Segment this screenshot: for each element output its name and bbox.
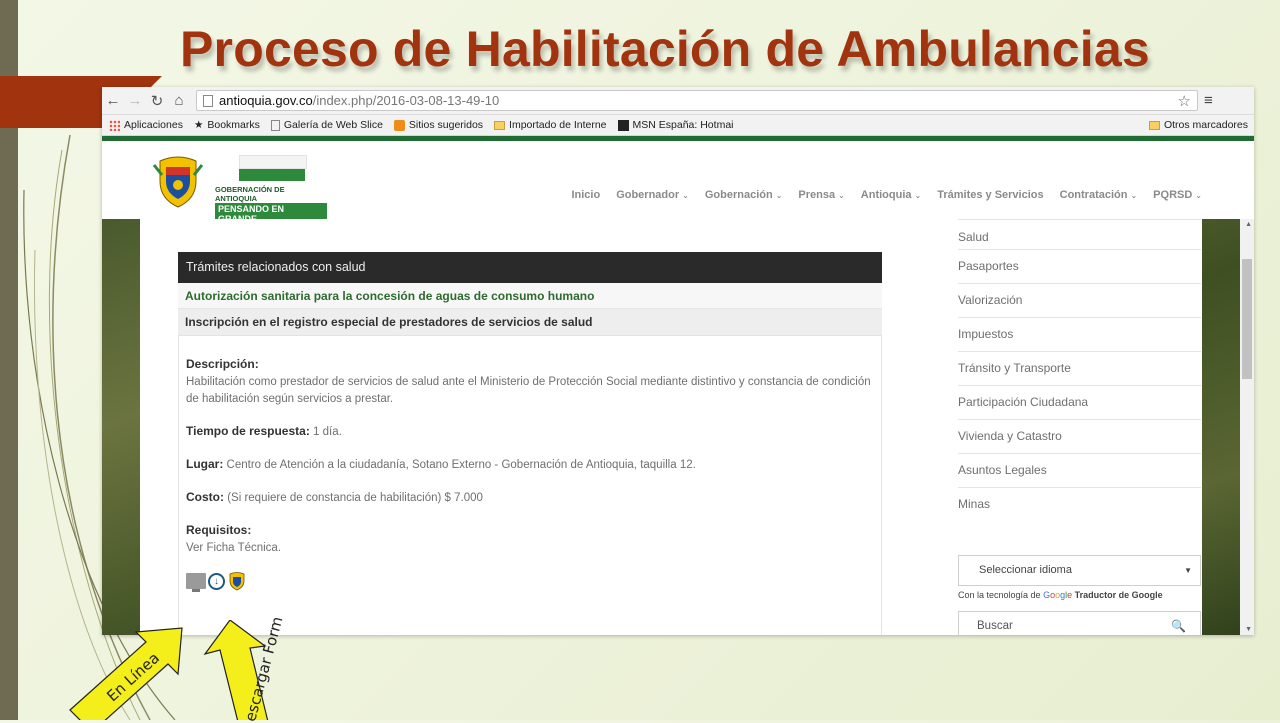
requisitos-block: Requisitos: Ver Ficha Técnica.: [186, 522, 874, 557]
google-logo: Google: [1043, 590, 1073, 600]
descripcion-text: Habilitación como prestador de servicios…: [186, 376, 871, 405]
page-icon: [203, 94, 213, 107]
tramite-item-aguas[interactable]: Autorización sanitaria para la concesión…: [178, 283, 882, 309]
chevron-down-icon: ⌄: [1130, 191, 1138, 200]
address-bar: ← → ↻ ⌂ antioquia.gov.co/index.php/2016-…: [102, 87, 1254, 115]
back-arrow-icon[interactable]: ←: [102, 92, 124, 109]
flag-white-stripe: [239, 155, 307, 169]
site-header: GOBERNACIÓN DE ANTIOQUIA PENSANDO EN GRA…: [102, 141, 1254, 225]
chevron-down-icon: ⌄: [682, 191, 689, 200]
search-input[interactable]: Buscar 🔍: [958, 611, 1201, 635]
language-select[interactable]: Seleccionar idioma ▼: [958, 555, 1201, 586]
bookmark-aplicaciones[interactable]: Aplicaciones: [109, 119, 183, 131]
coat-of-arms-small-icon[interactable]: [227, 571, 247, 591]
bookmark-importado[interactable]: Importado de Interne: [494, 119, 607, 131]
chevron-down-icon: ⌄: [914, 191, 922, 200]
scroll-up-icon[interactable]: ▲: [1245, 221, 1252, 228]
sidebar-item-asuntos-legales[interactable]: Asuntos Legales: [958, 454, 1201, 488]
sidebar-item-valorizacion[interactable]: Valorización: [958, 284, 1201, 318]
content-background: Trámites relacionados con salud Autoriza…: [102, 219, 1254, 635]
descripcion-block: Descripción: Habilitación como prestador…: [186, 356, 874, 408]
lugar-label: Lugar:: [186, 457, 224, 471]
home-icon[interactable]: ⌂: [168, 92, 190, 109]
tramite-item-inscripcion[interactable]: Inscripción en el registro especial de p…: [178, 309, 882, 335]
tiempo-value: 1 día.: [313, 426, 342, 438]
google-translate-credit: Con la tecnología de Google Traductor de…: [958, 590, 1163, 600]
bookmark-msn[interactable]: MSN España: Hotmai: [617, 119, 734, 131]
bookmark-sitios-sugeridos[interactable]: Sitios sugeridos: [393, 119, 483, 131]
sidebar-item-pasaportes[interactable]: Pasaportes: [958, 250, 1201, 284]
costo-label: Costo:: [186, 490, 224, 504]
panel-header: Trámites relacionados con salud: [178, 252, 882, 283]
scroll-thumb[interactable]: [1242, 259, 1252, 379]
coat-of-arms-icon[interactable]: [152, 155, 204, 209]
sidebar-item-impuestos[interactable]: Impuestos: [958, 318, 1201, 352]
url-host: antioquia.gov.co: [219, 93, 313, 108]
browser-window: ← → ↻ ⌂ antioquia.gov.co/index.php/2016-…: [102, 87, 1254, 635]
sidebar-item-transito[interactable]: Tránsito y Transporte: [958, 352, 1201, 386]
tramite-details: Descripción: Habilitación como prestador…: [178, 335, 882, 635]
download-icon[interactable]: ↓: [208, 572, 225, 590]
nav-gobernacion[interactable]: Gobernación ⌄: [705, 189, 783, 201]
reload-icon[interactable]: ↻: [146, 92, 168, 110]
dropdown-arrow-icon: ▼: [1184, 566, 1192, 575]
nav-inicio[interactable]: Inicio: [571, 189, 600, 201]
search-icon[interactable]: 🔍: [1171, 612, 1186, 635]
nav-tramites[interactable]: Trámites y Servicios: [937, 189, 1043, 201]
requisitos-value[interactable]: Ver Ficha Técnica.: [186, 542, 281, 554]
descripcion-label: Descripción:: [186, 357, 259, 371]
requisitos-label: Requisitos:: [186, 523, 252, 537]
msn-icon: [617, 119, 629, 131]
slide-title: Proceso de Habilitación de Ambulancias: [180, 21, 1150, 77]
tiempo-label: Tiempo de respuesta:: [186, 424, 310, 438]
sidebar-item-minas[interactable]: Minas: [958, 488, 1201, 521]
tiempo-block: Tiempo de respuesta: 1 día.: [186, 423, 874, 441]
content-container: Trámites relacionados con salud Autoriza…: [140, 219, 1202, 635]
bookmark-otros-marcadores[interactable]: Otros marcadores: [1148, 119, 1248, 131]
bookmark-web-slice[interactable]: Galería de Web Slice: [270, 119, 383, 131]
chevron-down-icon: ⌄: [1195, 191, 1202, 200]
action-icons: ↓: [186, 571, 874, 592]
scroll-down-icon[interactable]: ▼: [1245, 626, 1252, 633]
nav-gobernador[interactable]: Gobernador ⌄: [616, 189, 689, 201]
apps-grid-icon: [109, 119, 120, 131]
logo-text: GOBERNACIÓN DE ANTIOQUIA: [215, 185, 285, 203]
sidebar-item-salud[interactable]: Salud: [958, 219, 1201, 250]
url-path: /index.php/2016-03-08-13-49-10: [312, 93, 500, 108]
flag-green-stripe: [239, 169, 305, 181]
nav-pqrsd[interactable]: PQRSD ⌄: [1153, 189, 1202, 201]
chevron-down-icon: ⌄: [838, 191, 845, 200]
gobernacion-logo[interactable]: GOBERNACIÓN DE ANTIOQUIA PENSANDO EN GRA…: [215, 155, 327, 227]
chevron-down-icon: ⌄: [775, 191, 783, 200]
bookmark-bookmarks[interactable]: ★ Bookmarks: [194, 119, 260, 131]
folder-icon: [494, 120, 506, 130]
costo-block: Costo: (Si requiere de constancia de hab…: [186, 489, 874, 507]
orange-square-icon: [393, 119, 405, 131]
costo-value: (Si requiere de constancia de habilitaci…: [227, 492, 483, 504]
url-input[interactable]: antioquia.gov.co/index.php/2016-03-08-13…: [196, 90, 1198, 111]
main-navigation: Inicio Gobernador ⌄ Gobernación ⌄ Prensa ⌄ …: [555, 189, 1202, 201]
nav-prensa[interactable]: Prensa ⌄: [798, 189, 844, 201]
sidebar-menu: Salud Pasaportes Valorización Impuestos …: [958, 219, 1201, 521]
language-select-label: Seleccionar idioma: [979, 564, 1072, 576]
computer-online-icon[interactable]: [186, 573, 206, 592]
sidebar-item-participacion[interactable]: Participación Ciudadana: [958, 386, 1201, 420]
bookmarks-bar: Aplicaciones ★ Bookmarks Galería de Web S…: [102, 115, 1254, 136]
sidebar-item-vivienda[interactable]: Vivienda y Catastro: [958, 420, 1201, 454]
page-icon: [270, 119, 280, 131]
bookmark-star-icon[interactable]: ☆: [1178, 92, 1191, 110]
nav-antioquia[interactable]: Antioquia ⌄: [861, 189, 921, 201]
lugar-block: Lugar: Centro de Atención a la ciudadaní…: [186, 456, 874, 474]
star-icon: ★: [193, 119, 204, 131]
page-scrollbar[interactable]: ▲ ▼: [1240, 219, 1254, 635]
nav-contratacion[interactable]: Contratación ⌄: [1060, 189, 1138, 201]
search-placeholder: Buscar: [977, 620, 1013, 632]
lugar-value: Centro de Atención a la ciudadanía, Sota…: [226, 459, 696, 471]
menu-icon[interactable]: ≡: [1204, 92, 1213, 109]
folder-icon: [1148, 120, 1160, 130]
forward-arrow-icon[interactable]: →: [124, 92, 146, 109]
